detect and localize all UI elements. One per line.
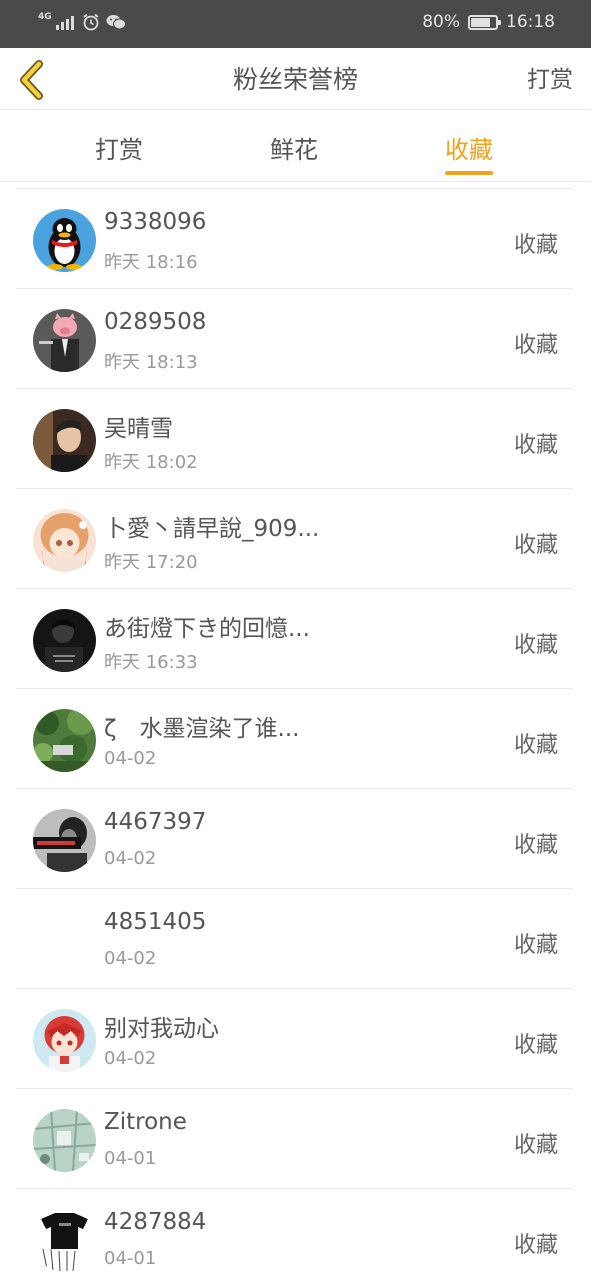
clock: 16:18 bbox=[506, 12, 555, 32]
list-item[interactable]: あ街燈下き的回憶... 昨天 16:33 收藏 bbox=[16, 589, 574, 689]
favorite-label: 收藏 bbox=[513, 1233, 558, 1258]
timestamp: 04-02 bbox=[104, 1048, 157, 1069]
user-name: 9338096 bbox=[104, 209, 207, 235]
status-icons: 4G bbox=[38, 11, 126, 31]
tab-bar: 打赏 鲜花 收藏 bbox=[0, 110, 591, 182]
avatar bbox=[33, 309, 96, 372]
favorite-label: 收藏 bbox=[513, 533, 558, 558]
timestamp: 04-02 bbox=[104, 748, 157, 769]
tab-reward[interactable]: 打赏 bbox=[95, 130, 143, 165]
avatar bbox=[33, 1209, 96, 1272]
timestamp: 昨天 17:20 bbox=[104, 552, 198, 573]
avatar bbox=[33, 209, 96, 272]
favorite-label: 收藏 bbox=[513, 1133, 558, 1158]
avatar bbox=[33, 509, 96, 572]
favorite-label: 收藏 bbox=[513, 833, 558, 858]
timestamp: 昨天 18:13 bbox=[104, 352, 198, 373]
list-item[interactable]: ζ 水墨渲染了谁... 04-02 收藏 bbox=[16, 689, 574, 789]
status-bar: 4G 80% 16:18 bbox=[0, 0, 591, 48]
timestamp: 04-02 bbox=[104, 948, 157, 969]
network-type: 4G bbox=[38, 11, 52, 22]
tab-flowers[interactable]: 鲜花 bbox=[270, 130, 318, 165]
favorite-label: 收藏 bbox=[513, 733, 558, 758]
user-name: 4851405 bbox=[104, 909, 207, 935]
active-tab-indicator bbox=[445, 171, 493, 175]
list-item[interactable]: 4287884 04-01 收藏 bbox=[16, 1189, 574, 1280]
favorite-label: 收藏 bbox=[513, 233, 558, 258]
avatar bbox=[33, 909, 96, 972]
timestamp: 昨天 18:16 bbox=[104, 252, 198, 273]
avatar bbox=[33, 809, 96, 872]
avatar bbox=[33, 1109, 96, 1172]
status-right: 80% 16:18 bbox=[422, 12, 555, 32]
favorite-label: 收藏 bbox=[513, 1033, 558, 1058]
avatar bbox=[33, 409, 96, 472]
user-name: 别对我动心 bbox=[104, 1016, 219, 1042]
user-name: 卜愛丶請早說_909... bbox=[104, 516, 320, 542]
list-item[interactable]: 卜愛丶請早說_909... 昨天 17:20 收藏 bbox=[16, 489, 574, 589]
avatar bbox=[33, 609, 96, 672]
reward-button[interactable]: 打赏 bbox=[527, 60, 573, 94]
list-item[interactable]: 9338096 昨天 18:16 收藏 bbox=[16, 189, 574, 289]
list-item[interactable]: 4467397 04-02 收藏 bbox=[16, 789, 574, 889]
list-item[interactable]: 别对我动心 04-02 收藏 bbox=[16, 989, 574, 1089]
timestamp: 04-02 bbox=[104, 848, 157, 869]
timestamp: 昨天 18:02 bbox=[104, 452, 198, 473]
timestamp: 04-01 bbox=[104, 1248, 157, 1269]
user-name: Zitrone bbox=[104, 1109, 187, 1135]
favorite-label: 收藏 bbox=[513, 433, 558, 458]
user-name: 4467397 bbox=[104, 809, 207, 835]
list-item[interactable]: 4851405 04-02 收藏 bbox=[16, 889, 574, 989]
user-name: 吴晴雪 bbox=[104, 416, 173, 442]
timestamp: 昨天 16:33 bbox=[104, 652, 198, 673]
tab-favorites[interactable]: 收藏 bbox=[445, 130, 493, 175]
timestamp: 04-01 bbox=[104, 1148, 157, 1169]
favorite-label: 收藏 bbox=[513, 933, 558, 958]
wechat-icon bbox=[106, 15, 126, 30]
fan-list: 9338096 昨天 18:16 收藏 0289508 昨天 18:13 收藏 bbox=[16, 188, 574, 1280]
alarm-icon bbox=[83, 13, 99, 31]
user-name: あ街燈下き的回憶... bbox=[104, 616, 310, 642]
user-name: 0289508 bbox=[104, 309, 207, 335]
avatar bbox=[33, 709, 96, 772]
battery-percent: 80% bbox=[422, 12, 460, 32]
user-name: ζ 水墨渲染了谁... bbox=[104, 716, 300, 742]
favorite-label: 收藏 bbox=[513, 333, 558, 358]
app-header: 粉丝荣誉榜 打赏 bbox=[0, 48, 591, 110]
page-title: 粉丝荣誉榜 bbox=[232, 65, 358, 94]
list-item[interactable]: 0289508 昨天 18:13 收藏 bbox=[16, 289, 574, 389]
list-item[interactable]: 吴晴雪 昨天 18:02 收藏 bbox=[16, 389, 574, 489]
list-item[interactable]: Zitrone 04-01 收藏 bbox=[16, 1089, 574, 1189]
user-name: 4287884 bbox=[104, 1209, 207, 1235]
favorite-label: 收藏 bbox=[513, 633, 558, 658]
avatar bbox=[33, 1009, 96, 1072]
battery-icon bbox=[468, 14, 501, 30]
tab-favorites-label: 收藏 bbox=[445, 136, 493, 164]
signal-icon bbox=[55, 14, 74, 30]
